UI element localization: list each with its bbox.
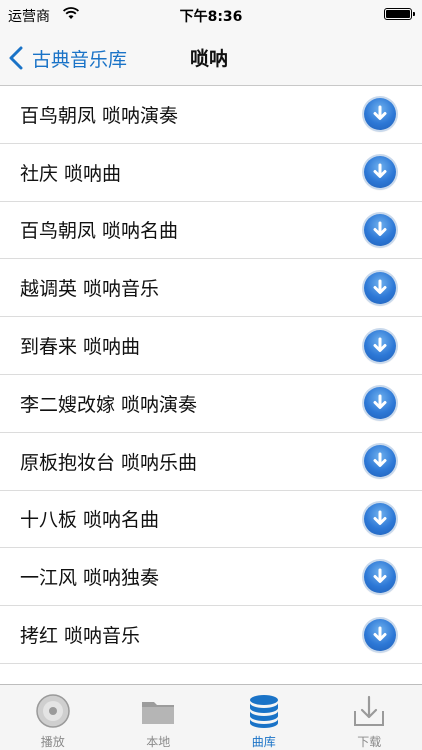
list-item[interactable]: 原板抱妆台 唢呐乐曲 <box>0 433 422 491</box>
list-item[interactable]: 一江风 唢呐独奏 <box>0 548 422 607</box>
back-button-label: 古典音乐库 <box>32 48 128 71</box>
song-title: 一江风 唢呐独奏 <box>20 567 160 590</box>
back-button[interactable]: 古典音乐库 <box>8 42 127 74</box>
download-arrow-icon <box>373 163 387 179</box>
tab-bar: 播放 本地 曲库 下载 <box>0 684 422 750</box>
list-item[interactable]: 到春来 唢呐曲 <box>0 317 422 375</box>
download-arrow-icon <box>373 105 387 121</box>
song-title: 百鸟朝凤 唢呐名曲 <box>20 220 179 243</box>
tab-play[interactable]: 播放 <box>0 685 106 750</box>
song-title: 越调英 唢呐音乐 <box>20 278 160 301</box>
tab-label: 本地 <box>146 735 171 749</box>
download-arrow-icon <box>373 568 387 583</box>
download-arrow-icon <box>373 452 387 468</box>
list-item[interactable]: 十八板 唢呐名曲 <box>0 491 422 549</box>
download-button[interactable] <box>364 502 396 535</box>
list-item[interactable]: 百鸟朝凤 唢呐演奏 <box>0 86 422 144</box>
song-title: 原板抱妆台 唢呐乐曲 <box>20 451 198 474</box>
page-title: 唢呐 <box>190 48 229 70</box>
database-icon <box>249 695 278 728</box>
download-button[interactable] <box>364 271 396 304</box>
song-title: 李二嫂改嫁 唢呐演奏 <box>20 393 198 416</box>
chevron-left-icon <box>9 46 23 70</box>
download-button[interactable] <box>364 560 396 593</box>
download-button[interactable] <box>364 213 396 246</box>
song-title: 十八板 唢呐名曲 <box>20 509 160 532</box>
download-button[interactable] <box>364 98 396 131</box>
list-item[interactable]: 拷红 唢呐音乐 <box>0 606 422 664</box>
song-title: 社庆 唢呐曲 <box>20 162 122 185</box>
download-arrow-icon <box>373 626 387 641</box>
song-title: 拷红 唢呐音乐 <box>20 625 141 648</box>
navigation-bar: 古典音乐库 唢呐 <box>0 30 422 86</box>
song-title: 到春来 唢呐曲 <box>20 336 141 359</box>
tab-download[interactable]: 下载 <box>317 685 422 750</box>
list-item[interactable]: 社庆 唢呐曲 <box>0 144 422 202</box>
tab-label: 曲库 <box>251 735 276 749</box>
download-tray-icon <box>354 695 385 726</box>
disc-icon <box>36 694 70 728</box>
download-button[interactable] <box>364 156 396 189</box>
song-list[interactable]: 百鸟朝凤 唢呐演奏 社庆 唢呐曲 百鸟朝凤 唢呐名曲 越调英 唢呐音乐 到春来 … <box>0 86 422 684</box>
list-item[interactable]: 百鸟朝凤 唢呐名曲 <box>0 202 422 260</box>
tab-library[interactable]: 曲库 <box>211 685 317 750</box>
clock: 下午8:36 <box>179 9 243 25</box>
tab-label: 下载 <box>357 735 382 749</box>
download-button[interactable] <box>364 618 396 651</box>
list-item[interactable]: 越调英 唢呐音乐 <box>0 259 422 318</box>
download-button[interactable] <box>364 329 396 362</box>
list-item[interactable]: 李二嫂改嫁 唢呐演奏 <box>0 375 422 433</box>
download-button[interactable] <box>364 445 396 478</box>
battery-level-fill <box>386 10 410 18</box>
folder-icon <box>142 702 175 724</box>
download-arrow-icon <box>373 221 387 236</box>
song-title: 百鸟朝凤 唢呐演奏 <box>20 104 179 127</box>
tab-local[interactable]: 本地 <box>106 685 212 750</box>
status-bar: 运营商 下午8:36 <box>0 0 422 30</box>
download-arrow-icon <box>373 337 387 352</box>
download-arrow-icon <box>373 394 387 410</box>
download-button[interactable] <box>364 387 396 420</box>
download-arrow-icon <box>373 279 387 294</box>
battery-icon <box>384 8 415 20</box>
tab-label: 播放 <box>40 735 65 749</box>
download-arrow-icon <box>373 510 387 525</box>
